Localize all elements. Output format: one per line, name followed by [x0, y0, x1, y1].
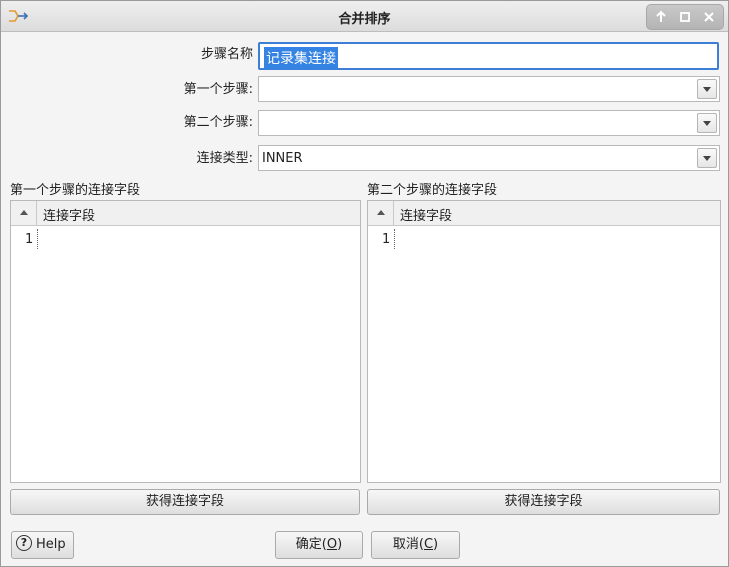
ok-mnemonic: O — [326, 537, 338, 552]
window-controls — [646, 4, 724, 30]
step-name-input[interactable]: 记录集连接 — [258, 42, 719, 70]
title-bar: 合并排序 — [1, 1, 728, 32]
ok-label: 确定( — [295, 537, 327, 552]
left-panel-title: 第一个步骤的连接字段 — [10, 183, 141, 198]
help-icon: ? — [16, 535, 32, 551]
join-type-label: 连接类型: — [196, 151, 253, 166]
step-name-label: 步骤名称 — [200, 47, 253, 62]
right-panel-title: 第二个步骤的连接字段 — [367, 183, 498, 198]
second-step-combo[interactable] — [258, 110, 720, 136]
chevron-down-icon[interactable] — [697, 113, 717, 133]
merge-join-dialog: 合并排序 步骤名称 记录集连接 第一个步骤: 第二个步骤: 连接类型: INNE… — [0, 0, 729, 567]
get-right-fields-button[interactable]: 获得连接字段 — [367, 489, 720, 515]
ok-button[interactable]: 确定(O) — [275, 531, 363, 559]
arrow-up-icon[interactable] — [653, 9, 669, 25]
table-header: 连接字段 — [11, 201, 360, 226]
row-number: 1 — [25, 232, 34, 247]
left-fields-table[interactable]: 连接字段 1 — [10, 200, 361, 483]
first-step-label: 第一个步骤: — [183, 82, 253, 97]
chevron-down-icon[interactable] — [697, 79, 717, 99]
column-header-join-field[interactable]: 连接字段 — [400, 205, 452, 224]
cancel-label: 取消( — [392, 537, 424, 552]
cancel-button[interactable]: 取消(C) — [371, 531, 460, 559]
step-name-value: 记录集连接 — [264, 47, 338, 69]
help-button[interactable]: ? Help — [11, 531, 74, 559]
close-icon[interactable] — [701, 9, 717, 25]
join-type-combo[interactable]: INNER — [258, 145, 720, 171]
right-fields-table[interactable]: 连接字段 1 — [367, 200, 721, 483]
cancel-label-end: ) — [433, 537, 439, 552]
row-number: 1 — [382, 232, 391, 247]
join-type-value: INNER — [262, 151, 303, 166]
sort-arrow-icon[interactable] — [368, 201, 394, 225]
second-step-label: 第二个步骤: — [183, 115, 253, 130]
table-header: 连接字段 — [368, 201, 720, 226]
maximize-icon[interactable] — [677, 9, 693, 25]
get-left-fields-button[interactable]: 获得连接字段 — [10, 489, 360, 515]
first-step-combo[interactable] — [258, 76, 720, 102]
chevron-down-icon[interactable] — [697, 148, 717, 168]
cell-edit-caret[interactable] — [37, 229, 38, 249]
sort-arrow-icon[interactable] — [11, 201, 37, 225]
cell-edit-caret[interactable] — [394, 229, 395, 249]
ok-label-end: ) — [337, 537, 343, 552]
cancel-mnemonic: C — [423, 537, 434, 552]
column-header-join-field[interactable]: 连接字段 — [43, 205, 95, 224]
window-title: 合并排序 — [338, 12, 391, 27]
help-label: Help — [36, 537, 66, 552]
